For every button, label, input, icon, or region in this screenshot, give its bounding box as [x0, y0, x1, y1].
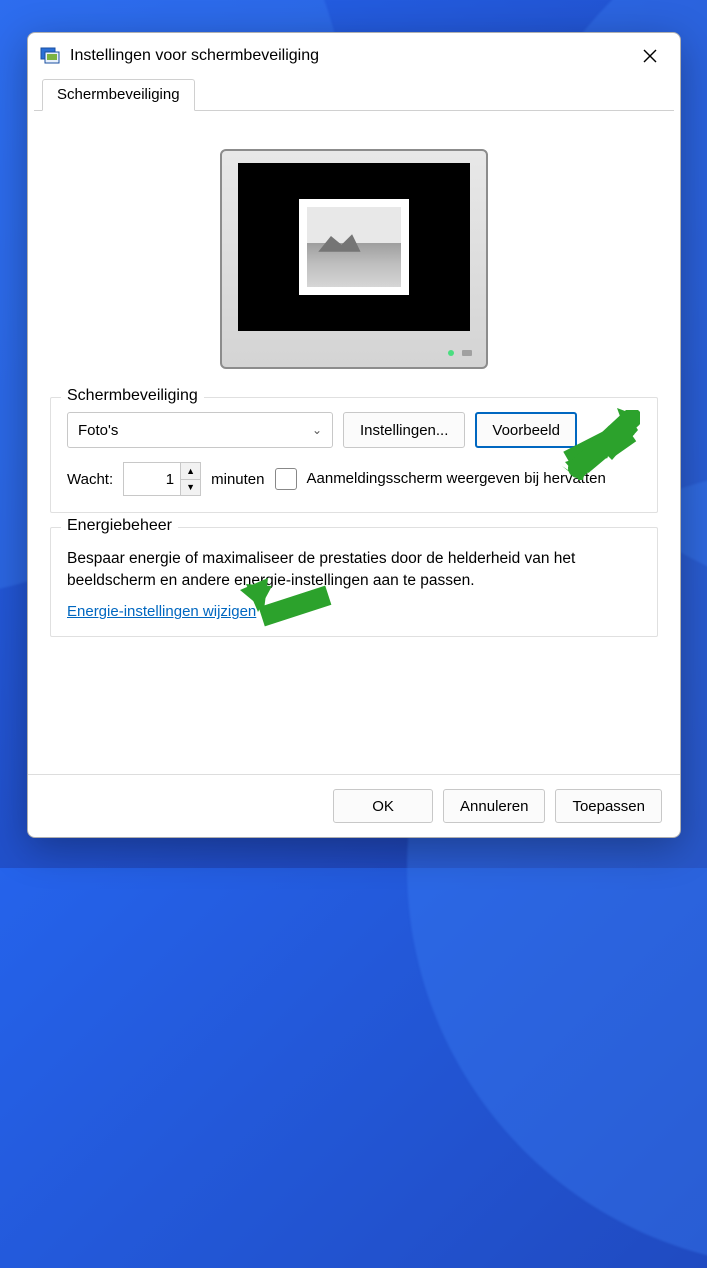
- screensaver-settings-dialog: Instellingen voor schermbeveiliging Sche…: [27, 32, 681, 838]
- window-title: Instellingen voor schermbeveiliging: [70, 47, 632, 65]
- power-group-title: Energiebeheer: [61, 517, 178, 535]
- wait-spinner[interactable]: 1 ▲ ▼: [123, 462, 201, 496]
- screensaver-group: Schermbeveiliging Foto's ⌄ Instellingen.…: [50, 397, 658, 513]
- screensaver-icon: [40, 46, 60, 66]
- cancel-button[interactable]: Annuleren: [443, 789, 545, 823]
- monitor-preview: [50, 129, 658, 397]
- wait-unit: minuten: [211, 471, 264, 488]
- ok-button[interactable]: OK: [333, 789, 433, 823]
- resume-checkbox[interactable]: [275, 468, 297, 490]
- spin-up-icon[interactable]: ▲: [181, 463, 200, 480]
- close-icon: [643, 49, 657, 63]
- resume-label: Aanmeldingsscherm weergeven bij hervatte…: [307, 470, 606, 489]
- dialog-footer: OK Annuleren Toepassen: [28, 774, 680, 837]
- titlebar: Instellingen voor schermbeveiliging: [28, 33, 680, 79]
- screensaver-group-title: Schermbeveiliging: [61, 387, 204, 405]
- screensaver-select[interactable]: Foto's ⌄: [67, 412, 333, 448]
- wait-label: Wacht:: [67, 471, 113, 488]
- photo-preview-icon: [299, 199, 409, 295]
- power-group: Energiebeheer Bespaar energie of maximal…: [50, 527, 658, 637]
- chevron-down-icon: ⌄: [312, 423, 322, 437]
- apply-button[interactable]: Toepassen: [555, 789, 662, 823]
- wait-value[interactable]: 1: [124, 463, 180, 495]
- spin-down-icon[interactable]: ▼: [181, 480, 200, 496]
- tab-strip: Schermbeveiliging: [34, 79, 674, 111]
- preview-button[interactable]: Voorbeeld: [475, 412, 577, 448]
- settings-button[interactable]: Instellingen...: [343, 412, 465, 448]
- close-button[interactable]: [632, 38, 668, 74]
- screensaver-select-value: Foto's: [78, 422, 118, 439]
- power-description: Bespaar energie of maximaliseer de prest…: [67, 548, 641, 591]
- power-settings-link[interactable]: Energie-instellingen wijzigen: [67, 603, 256, 620]
- tab-screensaver[interactable]: Schermbeveiliging: [42, 79, 195, 111]
